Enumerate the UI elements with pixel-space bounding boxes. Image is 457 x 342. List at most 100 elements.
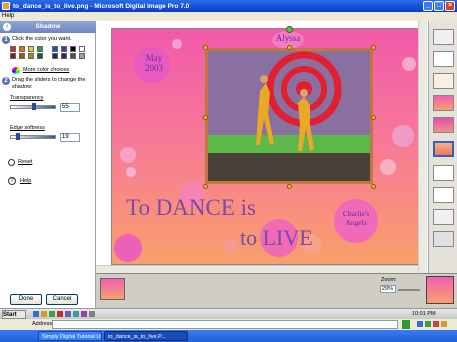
taskbar-item-tutorial[interactable]: Simply Digital Tutorial Usin... <box>38 331 102 341</box>
resize-handle[interactable] <box>203 45 208 50</box>
transparency-field[interactable]: 55 <box>60 103 80 112</box>
resize-handle[interactable] <box>371 115 376 120</box>
menu-help[interactable]: Help <box>2 13 14 19</box>
tray-icon[interactable] <box>417 321 423 327</box>
step-1-text: Click the color you want. <box>12 36 72 42</box>
thumbnail[interactable] <box>433 73 454 89</box>
color-swatch[interactable] <box>52 46 58 52</box>
app-icon[interactable] <box>57 311 63 317</box>
date-line-1: May <box>145 53 163 63</box>
color-swatch[interactable] <box>19 46 25 52</box>
close-button[interactable]: × <box>445 1 455 11</box>
color-swatch[interactable] <box>10 46 16 52</box>
resize-handle[interactable] <box>203 184 208 189</box>
zoom-slider[interactable] <box>398 289 420 291</box>
resize-handle[interactable] <box>287 45 292 50</box>
color-swatch[interactable] <box>28 46 34 52</box>
thumbnail[interactable] <box>433 165 454 181</box>
tray-thumbnail[interactable] <box>100 278 125 300</box>
edge-softness-label: Edge softness <box>10 125 45 131</box>
edge-softness-field[interactable]: 19 <box>60 133 80 142</box>
folder-icon[interactable] <box>41 311 47 317</box>
title-bar: to_dance_is_to_live.png - Microsoft Digi… <box>0 0 457 12</box>
thumbnail-selected[interactable] <box>433 141 454 157</box>
window-title: to_dance_is_to_live.png - Microsoft Digi… <box>13 2 190 10</box>
maximize-button[interactable]: □ <box>434 1 444 11</box>
color-swatch[interactable] <box>61 46 67 52</box>
edge-softness-slider-thumb[interactable] <box>16 133 20 140</box>
reset-icon[interactable] <box>8 159 15 166</box>
minimize-button[interactable]: _ <box>423 1 433 11</box>
media-icon[interactable] <box>49 311 55 317</box>
color-swatch[interactable] <box>37 46 43 52</box>
address-label: Address <box>32 321 53 327</box>
page-thumbnails <box>428 21 457 273</box>
tray-icon[interactable] <box>441 321 447 327</box>
thumbnail[interactable] <box>433 187 454 203</box>
color-swatch[interactable] <box>79 53 85 59</box>
tray-icon[interactable] <box>433 321 439 327</box>
color-swatch[interactable] <box>79 46 85 52</box>
address-toolbar: Address <box>0 319 457 330</box>
panel-back-icon[interactable]: ‹ <box>3 23 11 31</box>
reset-link[interactable]: Reset <box>18 159 32 166</box>
address-input[interactable] <box>52 320 398 329</box>
bubble <box>114 234 142 262</box>
menu-bar: Help <box>0 12 457 21</box>
charlies-line-2: Angels <box>345 218 367 227</box>
color-swatch[interactable] <box>37 53 43 59</box>
bubble <box>402 57 416 71</box>
resize-handle[interactable] <box>203 115 208 120</box>
zoom-label: Zoom: <box>381 277 397 283</box>
color-swatch[interactable] <box>28 53 34 59</box>
bubble <box>392 125 414 147</box>
go-icon[interactable] <box>402 320 410 329</box>
vertical-scrollbar[interactable] <box>418 21 427 273</box>
taskbar-item-image-pro[interactable]: to_dance_is_to_live.P... <box>104 331 188 341</box>
help-link[interactable]: Help <box>20 178 31 185</box>
thumbnail[interactable] <box>433 51 454 67</box>
photo-tray: Zoom: 29% <box>96 273 457 308</box>
color-swatch[interactable] <box>19 53 25 59</box>
color-swatch[interactable] <box>70 46 76 52</box>
tray-icon[interactable] <box>425 321 431 327</box>
color-wheel-icon[interactable] <box>12 67 20 74</box>
app-icon[interactable] <box>65 311 71 317</box>
zoom-field[interactable]: 29% <box>380 285 396 293</box>
color-swatch[interactable] <box>61 53 67 59</box>
app-icon[interactable] <box>81 311 87 317</box>
navigator-preview[interactable] <box>426 276 454 304</box>
start-button[interactable]: Start <box>2 310 26 319</box>
app-icon[interactable] <box>73 311 79 317</box>
quick-launch-icons <box>32 311 96 318</box>
shadow-panel: ‹ Shadow 1 Click the color you want. Mor… <box>0 21 96 308</box>
cancel-button[interactable]: Cancel <box>46 294 78 305</box>
thumbnail[interactable] <box>433 29 454 45</box>
color-swatch[interactable] <box>52 53 58 59</box>
resize-handle[interactable] <box>287 184 292 189</box>
done-button[interactable]: Done <box>10 294 42 305</box>
ie-icon[interactable] <box>33 311 39 317</box>
rotate-handle[interactable] <box>286 26 293 33</box>
thumbnail[interactable] <box>433 231 454 247</box>
dance-photo[interactable] <box>205 48 373 184</box>
tray-icons <box>416 321 448 328</box>
thumbnail[interactable] <box>433 117 454 133</box>
bubble <box>120 147 136 163</box>
horizontal-scrollbar[interactable] <box>96 265 418 273</box>
color-swatch[interactable] <box>70 53 76 59</box>
bubble <box>224 239 238 253</box>
quick-launch-bar: Start 10:01 PM <box>0 308 457 319</box>
help-icon[interactable]: ? <box>8 177 16 185</box>
bubble <box>126 167 136 177</box>
thumbnail[interactable] <box>433 209 454 225</box>
thumbnail[interactable] <box>433 95 454 111</box>
color-swatch[interactable] <box>10 53 16 59</box>
resize-handle[interactable] <box>371 45 376 50</box>
more-colors-link[interactable]: More color choices <box>23 67 69 74</box>
transparency-slider-thumb[interactable] <box>32 103 36 110</box>
app-icon[interactable] <box>89 311 95 317</box>
clock: 10:01 PM <box>412 311 436 317</box>
dance-photo-art <box>208 51 370 181</box>
resize-handle[interactable] <box>371 184 376 189</box>
